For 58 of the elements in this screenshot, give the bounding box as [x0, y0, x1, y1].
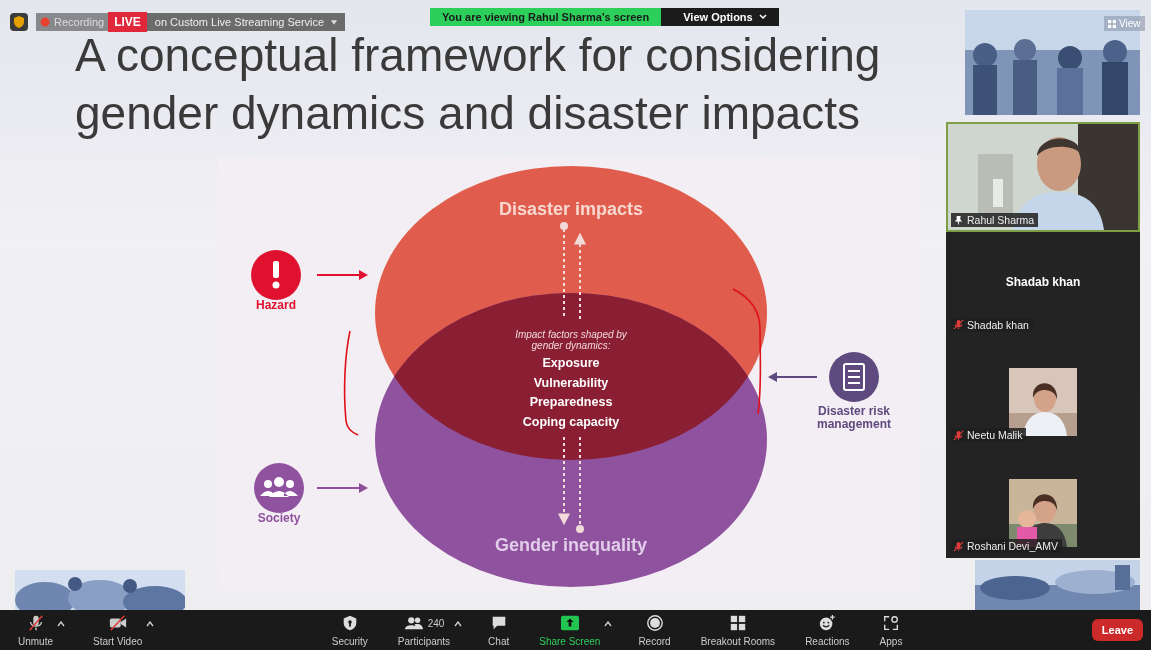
- caption-text: Impact factors shaped by: [515, 329, 627, 340]
- name-tag: Rahul Sharma: [951, 213, 1039, 227]
- warning-icon: [251, 250, 301, 300]
- factor-label: Preparedness: [529, 395, 613, 409]
- toolbar-button[interactable]: Breakout Rooms: [696, 611, 780, 649]
- toolbar-button[interactable]: Start Video: [89, 611, 147, 649]
- camera-off-icon: [107, 614, 128, 632]
- document-icon: [829, 352, 879, 402]
- arrow: [768, 372, 818, 382]
- name-tag: Shadab khan: [951, 317, 1033, 332]
- participant-tile[interactable]: Roshani Devi_AMV: [946, 447, 1140, 558]
- circle-label: Disaster impacts: [498, 199, 644, 219]
- caret-icon[interactable]: [454, 621, 463, 627]
- participant-name: Shadab khan: [1005, 275, 1081, 290]
- factor-name: Disaster risk: [818, 404, 890, 418]
- record-icon: [644, 614, 665, 632]
- toolbar-button[interactable]: Reactions: [801, 611, 854, 649]
- arrow: [316, 483, 368, 493]
- participant-tile[interactable]: Rahul Sharma: [946, 122, 1140, 232]
- name-tag: Neetu Malik: [951, 428, 1027, 443]
- shield-icon: [10, 13, 28, 31]
- toolbar-button[interactable]: Unmute: [14, 611, 57, 649]
- factor-label: Vulnerability: [533, 375, 609, 390]
- participant-count: 240: [427, 617, 445, 629]
- name-tag: Roshani Devi_AMV: [951, 539, 1063, 553]
- slide-title: gender dynamics and disaster impacts: [75, 86, 860, 141]
- toolbar-button[interactable]: 240 Participants: [393, 611, 455, 649]
- share-screen-icon: [559, 614, 580, 632]
- group-icon: [254, 463, 304, 513]
- factor-name: Hazard: [256, 298, 296, 312]
- toolbar-button[interactable]: Chat: [484, 611, 514, 649]
- toolbar-button[interactable]: Security: [327, 611, 372, 649]
- caret-icon[interactable]: [604, 621, 613, 627]
- arrow: [316, 270, 368, 280]
- participant-tile[interactable]: Shadab khan Shadab khan: [946, 232, 1140, 337]
- caret-icon[interactable]: [146, 621, 155, 627]
- leave-button[interactable]: Leave: [1091, 619, 1143, 641]
- smiley-icon: [817, 614, 838, 632]
- circle-label: Gender inequality: [495, 535, 647, 555]
- chevron-icon: [758, 14, 767, 20]
- share-screen-button[interactable]: Share Screen: [535, 611, 605, 649]
- stream-menu[interactable]: on Custom Live Streaming Service: [146, 13, 346, 31]
- grid-icon: [1108, 19, 1116, 28]
- dropdown-icon: [331, 19, 338, 25]
- sharing-banner: You are viewing Rahul Sharma's screen: [430, 8, 662, 26]
- participant-tile[interactable]: Neetu Malik: [946, 336, 1140, 448]
- live-badge: LIVE: [108, 12, 147, 32]
- factor-label: Coping capacity: [522, 414, 620, 429]
- factor-name: management: [817, 417, 891, 431]
- factor-label: Exposure: [542, 356, 600, 370]
- toolbar-button[interactable]: Apps: [875, 611, 907, 649]
- view-options-button[interactable]: View Options: [661, 8, 779, 26]
- people-icon: [403, 614, 424, 632]
- toolbar-button[interactable]: Record: [634, 611, 675, 649]
- factor-name: Society: [257, 511, 301, 525]
- caption-text: gender dynamics:: [531, 340, 611, 351]
- caret-icon[interactable]: [57, 621, 65, 627]
- apps-icon: [881, 614, 901, 632]
